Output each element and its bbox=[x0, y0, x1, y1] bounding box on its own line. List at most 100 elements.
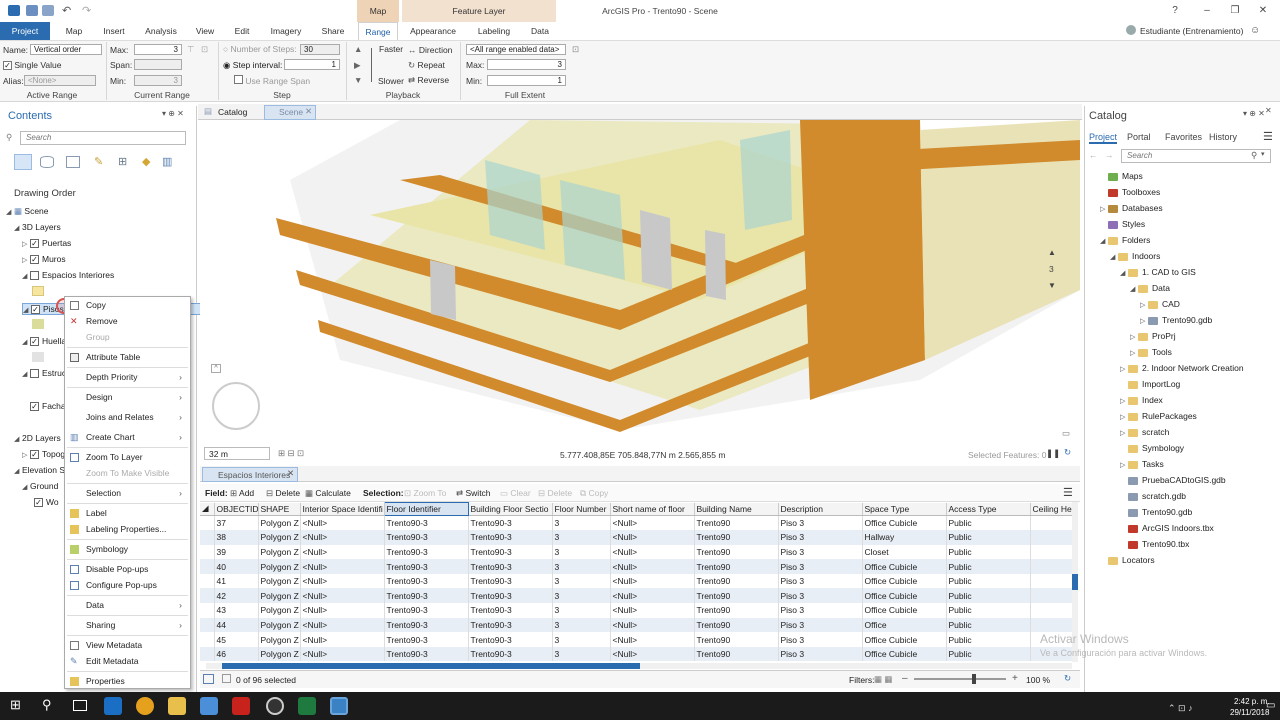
arcgis-pro-icon[interactable] bbox=[330, 697, 348, 715]
switch-selection-button[interactable]: ⇄ Switch bbox=[456, 488, 491, 499]
table-cell[interactable]: Public bbox=[946, 646, 1031, 662]
table-row[interactable]: 38 Polygon Z <Null> Trento90-3 Trento90-3 3 <N… bbox=[200, 530, 1076, 545]
menu-sharing[interactable]: Sharing › bbox=[65, 617, 190, 633]
refresh-icon[interactable]: ↻ bbox=[1064, 447, 1071, 458]
reverse-button[interactable]: ⇄ Reverse bbox=[408, 75, 449, 86]
table-cell[interactable]: Polygon Z bbox=[258, 588, 301, 604]
table-cell[interactable]: 3 bbox=[552, 632, 611, 647]
table-cell[interactable]: Piso 3 bbox=[778, 559, 863, 574]
catalog-item[interactable]: Trento90.tbx bbox=[1120, 539, 1189, 549]
table-cell[interactable]: <Null> bbox=[300, 573, 385, 589]
row-selector-header[interactable]: ◢ bbox=[200, 502, 215, 516]
table-cell[interactable]: Trento90 bbox=[694, 588, 779, 604]
catalog-item[interactable]: ◢ Data bbox=[1130, 283, 1170, 293]
table-cell[interactable]: Public bbox=[946, 632, 1031, 647]
table-cell[interactable]: Closet bbox=[862, 544, 947, 560]
vertical-scroll-thumb[interactable] bbox=[1072, 574, 1078, 590]
expand-icon[interactable]: ▷ bbox=[1130, 349, 1138, 357]
list-by-snapping-icon[interactable]: ⊞ bbox=[118, 155, 127, 168]
save-icon[interactable] bbox=[42, 5, 54, 16]
table-cell[interactable]: 3 bbox=[552, 573, 611, 589]
tab-data[interactable]: Data bbox=[522, 22, 558, 40]
help-icon[interactable]: ? bbox=[1168, 5, 1182, 16]
table-cell[interactable]: Office Cubicle bbox=[862, 559, 947, 574]
menu-label[interactable]: Label bbox=[65, 505, 190, 521]
tree-ground[interactable]: ◢ Ground bbox=[22, 481, 58, 491]
catalog-item[interactable]: ◢ Folders bbox=[1100, 235, 1150, 245]
navigator-toggle-icon[interactable]: ^ bbox=[211, 364, 221, 373]
table-cell[interactable]: <Null> bbox=[300, 617, 385, 633]
table-cell[interactable]: 43 bbox=[214, 603, 259, 618]
catalog-item[interactable]: ◢ 1. CAD to GIS bbox=[1120, 267, 1196, 277]
catalog-tab-project[interactable]: Project bbox=[1089, 132, 1118, 144]
file-explorer-icon[interactable] bbox=[168, 697, 186, 715]
catalog-item[interactable]: ▷ scratch bbox=[1120, 427, 1169, 437]
tab-edit[interactable]: Edit bbox=[226, 22, 258, 40]
search-options-icon[interactable]: ▾ bbox=[1261, 150, 1265, 158]
table-cell[interactable]: Public bbox=[946, 588, 1031, 604]
repeat-button[interactable]: ↻ Repeat bbox=[408, 60, 445, 71]
table-cell[interactable]: 3 bbox=[552, 588, 611, 604]
zoom-out-icon[interactable]: – bbox=[902, 673, 908, 684]
catalog-item[interactable]: ▷ Trento90.gdb bbox=[1140, 315, 1212, 325]
table-cell[interactable]: Public bbox=[946, 603, 1031, 618]
filter-icon[interactable]: ⚲ bbox=[6, 132, 12, 143]
extent-dropdown[interactable]: <All range enabled data> bbox=[466, 44, 566, 55]
expand-icon[interactable]: ◢ bbox=[1130, 285, 1138, 293]
menu-design[interactable]: Design › bbox=[65, 389, 190, 405]
task-view-icon[interactable] bbox=[73, 700, 87, 711]
horizontal-scroll-thumb[interactable] bbox=[222, 663, 640, 669]
row-selector[interactable] bbox=[200, 617, 215, 633]
table-row[interactable]: 40 Polygon Z <Null> Trento90-3 Trento90-3 3 <N… bbox=[200, 559, 1076, 574]
layer-checkbox[interactable]: ✓ bbox=[30, 337, 39, 347]
open-icon[interactable] bbox=[26, 5, 38, 16]
catalog-item[interactable]: Locators bbox=[1100, 555, 1155, 565]
catalog-tab-portal[interactable]: Portal bbox=[1127, 132, 1151, 142]
redo-icon[interactable]: ↷ bbox=[82, 4, 91, 17]
catalog-item[interactable]: ▷ ProPrj bbox=[1130, 331, 1176, 341]
pause-drawing-icon[interactable]: ❚❚ bbox=[1046, 448, 1060, 459]
table-cell[interactable]: 3 bbox=[552, 646, 611, 662]
list-by-editing-icon[interactable]: ✎ bbox=[94, 155, 103, 168]
tree-puertas[interactable]: ▷ ✓ Puertas bbox=[22, 238, 71, 249]
table-cell[interactable]: Polygon Z bbox=[258, 515, 301, 531]
table-cell[interactable]: Piso 3 bbox=[778, 544, 863, 560]
row-selector[interactable] bbox=[200, 515, 215, 531]
excel-icon[interactable] bbox=[298, 697, 316, 715]
notification-icon[interactable]: ☺ bbox=[1250, 25, 1260, 36]
add-field-button[interactable]: ⊞ Add bbox=[230, 488, 254, 499]
user-name[interactable]: Estudiante (Entrenamiento) bbox=[1140, 26, 1243, 36]
table-cell[interactable]: Trento90 bbox=[694, 617, 779, 633]
menu-selection[interactable]: Selection › bbox=[65, 485, 190, 501]
layer-checkbox[interactable]: ✓ bbox=[30, 450, 39, 460]
expand-icon[interactable]: ▷ bbox=[1120, 461, 1128, 469]
table-row[interactable]: 46 Polygon Z <Null> Trento90-3 Trento90-3 3 <N… bbox=[200, 646, 1076, 662]
expand-icon[interactable]: ▷ bbox=[1140, 301, 1148, 309]
catalog-close-icon[interactable]: ✕ bbox=[1265, 106, 1272, 115]
table-cell[interactable]: <Null> bbox=[610, 544, 695, 560]
single-value-row[interactable]: ✓ Single Value bbox=[3, 60, 61, 70]
column-header[interactable]: Access Type bbox=[946, 502, 1031, 516]
expand-icon[interactable]: ▷ bbox=[1100, 205, 1108, 213]
table-cell[interactable]: Trento90-3 bbox=[384, 515, 469, 531]
row-selector[interactable] bbox=[200, 646, 215, 662]
expand-icon[interactable]: ▷ bbox=[1120, 413, 1128, 421]
row-selector[interactable] bbox=[200, 530, 215, 545]
selection-view-icon[interactable] bbox=[222, 674, 231, 683]
tree-topografia[interactable]: ▷ ✓ Topog bbox=[22, 449, 65, 460]
table-cell[interactable] bbox=[1030, 559, 1076, 574]
table-cell[interactable]: Piso 3 bbox=[778, 588, 863, 604]
media-icon[interactable] bbox=[266, 697, 284, 715]
catalog-item[interactable]: ▷ CAD bbox=[1140, 299, 1180, 309]
table-cell[interactable]: 3 bbox=[552, 544, 611, 560]
menu-zoom-to-layer[interactable]: Zoom To Layer bbox=[65, 449, 190, 465]
catalog-item[interactable]: PruebaCADtoGIS.gdb bbox=[1120, 475, 1226, 485]
extent-min-input[interactable]: 1 bbox=[487, 75, 566, 86]
table-cell[interactable]: <Null> bbox=[300, 632, 385, 647]
contents-search-input[interactable]: Search bbox=[20, 131, 186, 145]
tree-espacios-interiores[interactable]: ◢ Espacios Interiores bbox=[22, 270, 114, 281]
tree-huella[interactable]: ◢ ✓ Huella bbox=[22, 336, 66, 347]
table-cell[interactable]: Trento90-3 bbox=[468, 573, 553, 589]
tab-share[interactable]: Share bbox=[316, 22, 350, 40]
table-cell[interactable]: 46 bbox=[214, 646, 259, 662]
